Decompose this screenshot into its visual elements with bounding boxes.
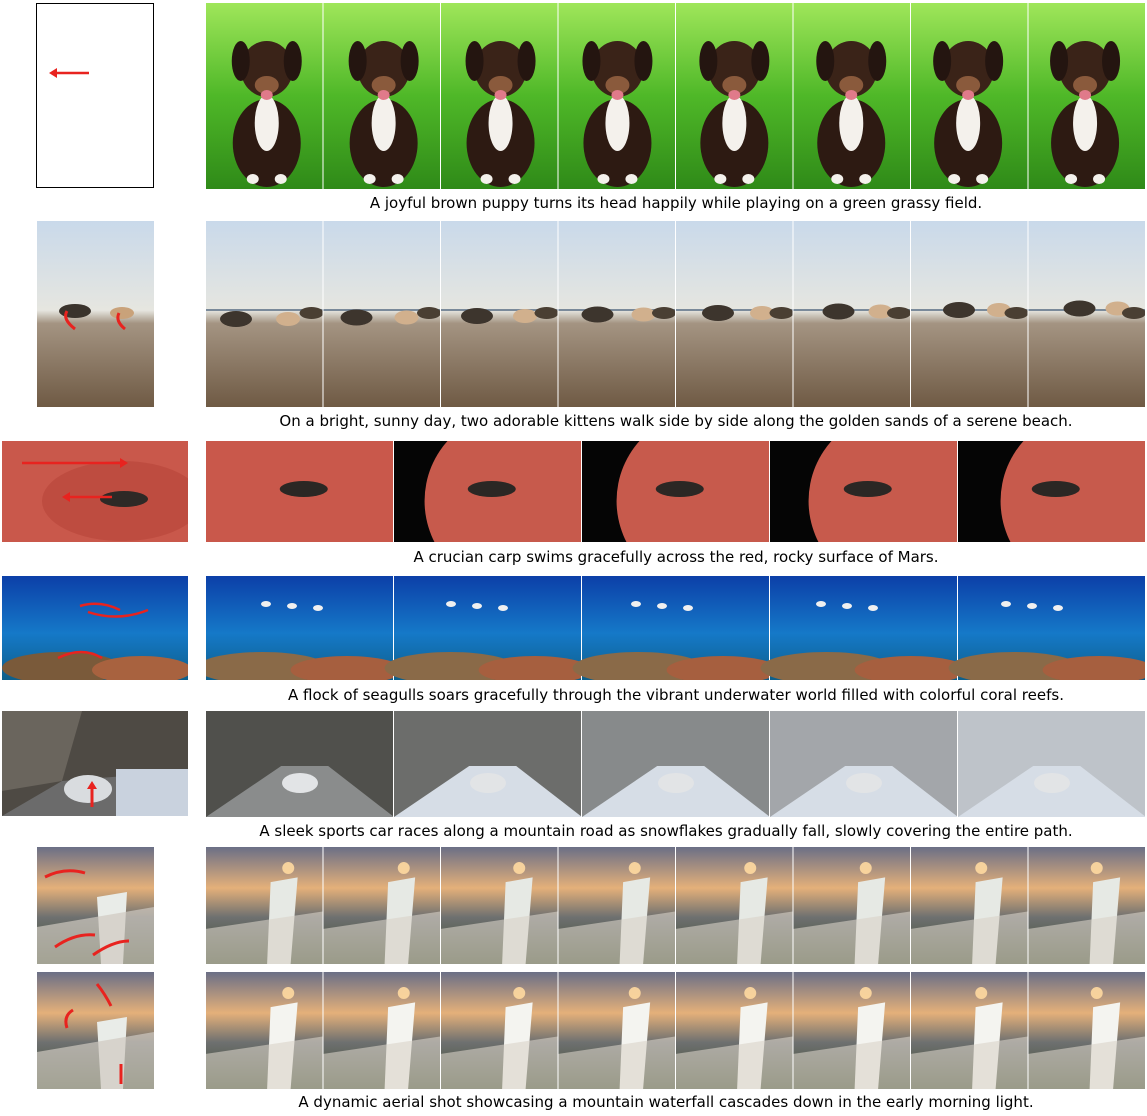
frame-strip-car [206,711,1146,817]
video-frame [394,711,582,817]
video-frame [1028,972,1146,1089]
condition-panel-carp [2,441,188,542]
condition-panel-kittens [37,221,154,407]
video-frame [676,972,794,1089]
condition-panel-seagulls [2,576,188,680]
video-frame [676,3,794,189]
caption-kittens: On a bright, sunny day, two adorable kit… [279,412,1073,430]
video-frame [323,221,441,407]
condition-panel-waterfall-b [37,972,154,1089]
caption-carp: A crucian carp swims gracefully across t… [413,548,939,566]
video-frame [676,847,794,964]
video-frame [323,972,441,1089]
video-frame [206,3,324,189]
video-frame [206,972,324,1089]
frame-strip-kittens [206,221,1146,407]
video-frame [558,972,676,1089]
video-frame [793,847,911,964]
video-frame [582,711,770,817]
video-frame [760,576,968,680]
caption-waterfall: A dynamic aerial shot showcasing a mount… [298,1093,1034,1111]
video-frame [911,3,1029,189]
frame-strip-waterfall-b [206,972,1146,1089]
caption-puppy: A joyful brown puppy turns its head happ… [369,194,983,212]
frame-strip-seagulls [206,576,1146,680]
video-frame [770,441,989,542]
video-frame [384,576,592,680]
video-frame [441,847,559,964]
video-frame [394,441,605,542]
video-frame [1028,847,1146,964]
video-frame [958,441,1146,542]
video-frame [206,847,324,964]
video-frame [948,576,1146,680]
video-frame [323,3,441,189]
video-frame [958,711,1146,817]
condition-panel-car [2,711,188,816]
video-frame [911,221,1029,407]
video-frame [793,221,911,407]
video-frame [206,711,394,817]
video-frame [558,847,676,964]
video-frame [441,221,559,407]
frame-strip-carp [206,441,1146,542]
caption-car: A sleek sports car races along a mountai… [259,822,1073,840]
video-frame [793,3,911,189]
video-frame [1028,3,1146,189]
video-frame [793,972,911,1089]
video-frame [582,441,797,542]
frame-strip-waterfall-a [206,847,1146,964]
video-frame [572,576,780,680]
video-frame [911,847,1029,964]
condition-panel-puppy [36,3,154,188]
video-frame [323,847,441,964]
video-frame [911,972,1029,1089]
video-frame [1028,221,1146,407]
caption-seagulls: A flock of seagulls soars gracefully thr… [288,686,1064,704]
video-frame [206,221,324,407]
video-frame [558,3,676,189]
video-frame [206,441,394,542]
video-frame [676,221,794,407]
video-frame [558,221,676,407]
video-frame [441,972,559,1089]
video-frame [770,711,958,817]
condition-panel-waterfall-a [37,847,154,964]
trajectory-arrow-icon [49,68,89,78]
video-frame [206,576,404,680]
video-frame [441,3,559,189]
frame-strip-puppy [206,3,1146,189]
